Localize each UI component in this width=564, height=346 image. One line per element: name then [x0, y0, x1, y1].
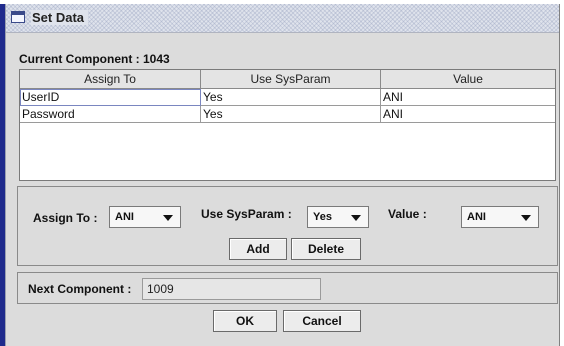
column-header-assign-to[interactable]: Assign To — [20, 70, 201, 89]
next-component-panel: Next Component : 1009 — [17, 272, 558, 304]
set-data-dialog: Set Data Current Component : 1043 Assign… — [5, 4, 560, 346]
cell-value[interactable]: ANI — [381, 89, 555, 106]
column-header-use-sysparam[interactable]: Use SysParam — [201, 70, 381, 89]
use-sysparam-selected: Yes — [313, 211, 332, 223]
value-selected: ANI — [467, 211, 486, 223]
cell-assign-to[interactable]: Password — [20, 106, 201, 123]
column-header-value[interactable]: Value — [381, 70, 555, 89]
use-sysparam-label: Use SysParam : — [201, 207, 292, 221]
cell-assign-to[interactable]: UserID — [20, 89, 201, 106]
title-bar[interactable]: Set Data — [6, 4, 559, 33]
use-sysparam-select[interactable]: Yes — [307, 206, 369, 228]
table-row[interactable]: UserID Yes ANI — [20, 89, 555, 106]
value-select[interactable]: ANI — [461, 206, 539, 228]
add-button[interactable]: Add — [229, 238, 287, 260]
chevron-down-icon — [351, 215, 361, 221]
assign-to-select[interactable]: ANI — [109, 206, 181, 228]
cancel-button[interactable]: Cancel — [283, 310, 361, 332]
assignment-panel: Assign To : ANI Use SysParam : Yes Value… — [17, 186, 558, 266]
window-title: Set Data — [31, 10, 89, 25]
table-row[interactable]: Password Yes ANI — [20, 106, 555, 123]
delete-button[interactable]: Delete — [291, 238, 361, 260]
current-component-value: 1043 — [143, 52, 170, 66]
next-component-label: Next Component : — [28, 282, 132, 296]
table-header: Assign To Use SysParam Value — [20, 70, 555, 89]
cell-use-sysparam[interactable]: Yes — [201, 106, 381, 123]
window-icon — [11, 11, 25, 23]
assign-to-label: Assign To : — [33, 211, 98, 225]
assignment-table: Assign To Use SysParam Value UserID Yes … — [19, 69, 556, 181]
value-label: Value : — [388, 207, 427, 221]
cell-value[interactable]: ANI — [381, 106, 555, 123]
next-component-field[interactable]: 1009 — [142, 278, 321, 300]
assign-to-selected: ANI — [115, 211, 134, 223]
current-component-caption: Current Component : — [19, 52, 140, 66]
chevron-down-icon — [521, 215, 531, 221]
current-component-label: Current Component : 1043 — [19, 52, 170, 66]
ok-button[interactable]: OK — [213, 310, 277, 332]
cell-use-sysparam[interactable]: Yes — [201, 89, 381, 106]
chevron-down-icon — [163, 215, 173, 221]
